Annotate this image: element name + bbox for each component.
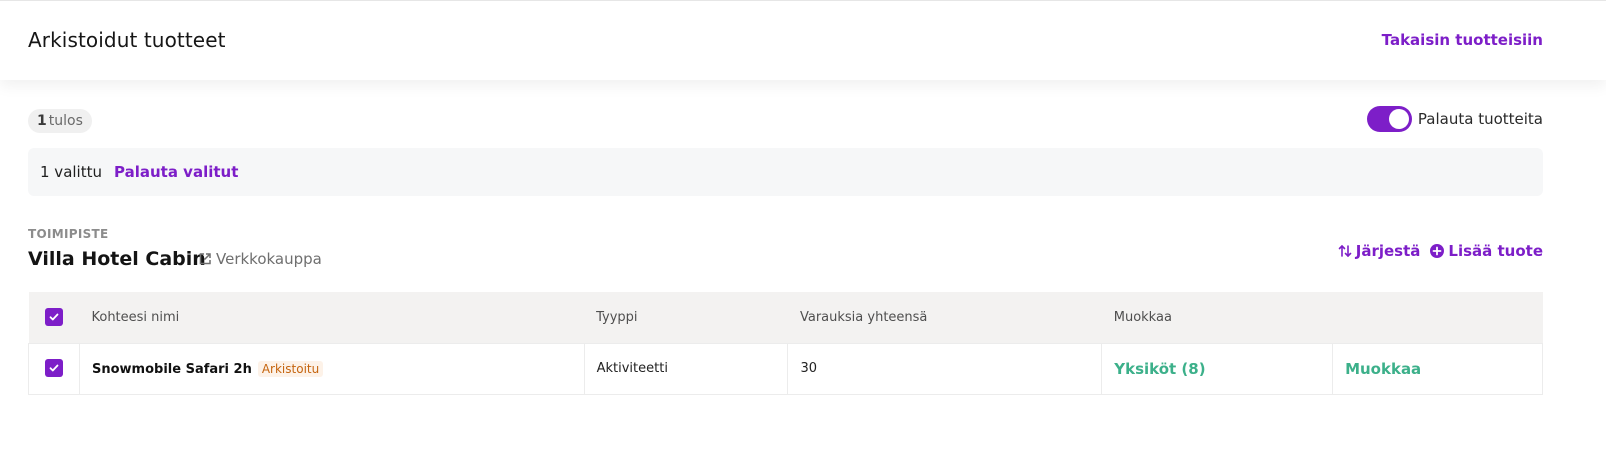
webshop-label: Verkkokauppa	[216, 250, 322, 268]
plus-circle-icon	[1430, 244, 1445, 258]
toggle-label: Palauta tuotteita	[1417, 110, 1543, 128]
add-product-button[interactable]: Lisää tuote	[1430, 242, 1543, 260]
check-icon	[49, 364, 59, 372]
product-name: Snowmobile Safari 2h	[91, 361, 252, 377]
column-header-edit: Muokkaa	[1113, 309, 1172, 325]
column-header-bookings[interactable]: Varauksia yhteensä	[788, 292, 1102, 343]
column-header-empty	[1333, 292, 1543, 343]
table-row: Snowmobile Safari 2h Arkistoitu Aktivitee…	[28, 342, 1543, 395]
venue-name: Villa Hotel Cabin	[28, 248, 206, 270]
row-select-cell	[28, 342, 80, 395]
edit-link[interactable]: Muokkaa	[1345, 360, 1421, 378]
column-header-type[interactable]: Tyyppi	[584, 292, 788, 343]
product-bookings: 30	[787, 342, 1103, 395]
result-count-suffix: tulos	[48, 113, 83, 129]
check-icon	[49, 313, 58, 321]
product-type: Aktiviteetti	[583, 342, 789, 395]
result-count: 1	[37, 113, 47, 129]
column-header-name[interactable]: Kohteesi nimi	[79, 292, 584, 343]
add-product-label: Lisää tuote	[1448, 242, 1543, 260]
webshop-link[interactable]: Verkkokauppa	[198, 250, 322, 268]
sort-button[interactable]: Järjestä	[1338, 242, 1421, 260]
section-label: TOIMIPISTE	[28, 227, 109, 241]
restore-products-toggle[interactable]: Palauta tuotteita	[1366, 106, 1543, 132]
archived-badge: Arkistoitu	[257, 360, 324, 377]
page-title: Arkistoidut tuotteet	[28, 28, 226, 52]
toggle-knob	[1388, 109, 1409, 129]
external-link-icon	[198, 252, 212, 266]
venue-actions: Järjestä Lisää tuote	[1338, 242, 1543, 260]
units-cell: Yksiköt (8)	[1101, 342, 1334, 395]
edit-cell: Muokkaa	[1332, 342, 1543, 395]
product-name-cell: Snowmobile Safari 2h Arkistoitu	[78, 342, 585, 395]
toggle-switch[interactable]	[1366, 106, 1412, 132]
products-table: Kohteesi nimi Tyyppi Varauksia yhteensä …	[28, 292, 1543, 395]
units-link[interactable]: Yksiköt (8)	[1114, 360, 1205, 378]
select-all-cell	[29, 292, 80, 343]
sort-icon	[1338, 244, 1352, 258]
selected-count: 1 valittu	[40, 163, 102, 181]
selection-bar: 1 valittu Palauta valitut	[28, 148, 1543, 196]
sort-label: Järjestä	[1355, 242, 1421, 260]
row-checkbox[interactable]	[45, 359, 63, 377]
top-header: Arkistoidut tuotteet Takaisin tuotteisii…	[0, 0, 1606, 80]
table-header-row: Kohteesi nimi Tyyppi Varauksia yhteensä …	[28, 292, 1543, 343]
select-all-checkbox[interactable]	[44, 307, 63, 326]
back-to-products-link[interactable]: Takaisin tuotteisiin	[1382, 31, 1543, 49]
restore-selected-button[interactable]: Palauta valitut	[114, 163, 238, 181]
result-count-badge: 1 tulos	[28, 109, 92, 133]
